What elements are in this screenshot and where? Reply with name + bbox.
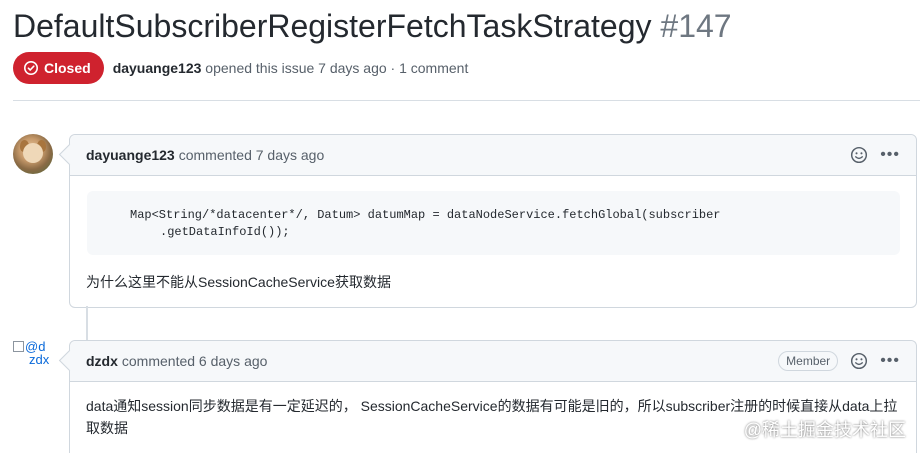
issue-state-row: Closed dayuange123 opened this issue 7 d… [13,52,468,84]
code-line: .getDataInfoId()); [160,225,290,239]
smiley-icon[interactable] [850,146,868,164]
comment-1: dayuange123 commented 7 days ago ••• Map… [58,134,917,308]
comment-header: dayuange123 commented 7 days ago ••• [70,135,916,176]
issue-title-text: DefaultSubscriberRegisterFetchTaskStrate… [13,8,652,44]
watermark: @稀土掘金技术社区 [743,420,906,440]
avatar-face [23,143,43,163]
issue-title: DefaultSubscriberRegisterFetchTaskStrate… [13,6,732,46]
kebab-horizontal-icon[interactable]: ••• [880,147,900,163]
comment-header: dzdx commented 6 days ago Member ••• [70,341,916,382]
avatar[interactable]: @d zdx [13,340,53,380]
smiley-icon[interactable] [850,352,868,370]
avatar[interactable] [13,134,53,174]
issue-meta-text: opened this issue 7 days ago · 1 comment [201,60,469,76]
comment-time[interactable]: commented 6 days ago [122,353,268,369]
broken-image-icon [13,341,24,352]
kebab-horizontal-icon[interactable]: ••• [880,353,900,369]
issue-number: #147 [660,8,732,44]
avatar-alt-text-bottom: zdx [29,352,50,367]
member-badge: Member [778,351,839,371]
state-badge-closed: Closed [13,52,104,84]
header-divider [13,100,920,101]
comment-actions: Member ••• [778,351,900,371]
issue-closed-icon [24,61,38,75]
issue-author-link[interactable]: dayuange123 [113,60,202,76]
code-line: Map<String/*datacenter*/, Datum> datumMa… [130,208,721,222]
comment-author-link[interactable]: dzdx [86,353,118,369]
issue-meta: dayuange123 opened this issue 7 days ago… [113,60,469,76]
comment-author-link[interactable]: dayuange123 [86,147,175,163]
state-label: Closed [44,60,91,76]
comment-actions: ••• [850,146,900,164]
comment-time[interactable]: commented 7 days ago [179,147,325,163]
code-block: Map<String/*datacenter*/, Datum> datumMa… [87,191,900,255]
comment-body: 为什么这里不能从SessionCacheService获取数据 [86,274,391,290]
timeline-line [86,306,88,340]
